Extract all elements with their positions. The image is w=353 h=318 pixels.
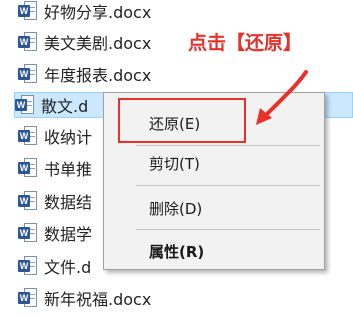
menu-item-cut[interactable]: 剪切(T) xyxy=(104,151,324,177)
word-doc-icon: W xyxy=(18,31,38,53)
file-name: 数据结 xyxy=(44,193,93,212)
file-name: 书单推 xyxy=(44,160,93,179)
file-row[interactable]: W 新年祝福.docx xyxy=(18,285,353,311)
menu-item-properties[interactable]: 属性(R) xyxy=(104,239,324,265)
menu-separator xyxy=(136,229,320,230)
word-doc-icon: W xyxy=(18,255,38,277)
menu-separator xyxy=(136,145,320,146)
file-name: 数据学 xyxy=(44,225,93,244)
file-name: 散文.d xyxy=(41,97,89,116)
highlight-box xyxy=(118,98,246,143)
file-row[interactable]: W 美文美剧.docx xyxy=(18,29,353,55)
word-doc-icon: W xyxy=(18,222,38,244)
word-doc-icon: W xyxy=(18,0,38,22)
menu-separator xyxy=(136,185,320,186)
file-name: 文件.d xyxy=(44,258,92,277)
word-doc-icon: W xyxy=(18,125,38,147)
word-doc-icon: W xyxy=(18,287,38,309)
file-name: 收纳计 xyxy=(44,128,93,147)
annotation-text: 点击【还原】 xyxy=(188,32,303,54)
file-name: 年度报表.docx xyxy=(44,66,152,85)
word-doc-icon: W xyxy=(18,63,38,85)
word-doc-icon: W xyxy=(15,94,35,116)
word-doc-icon: W xyxy=(18,190,38,212)
word-doc-icon: W xyxy=(18,157,38,179)
file-row[interactable]: W 好物分享.docx xyxy=(18,0,353,24)
file-name: 美文美剧.docx xyxy=(44,34,152,53)
file-row[interactable]: W 年度报表.docx xyxy=(18,61,353,87)
menu-item-delete[interactable]: 删除(D) xyxy=(104,196,324,222)
file-name: 新年祝福.docx xyxy=(44,290,152,309)
file-name: 好物分享.docx xyxy=(44,3,152,22)
